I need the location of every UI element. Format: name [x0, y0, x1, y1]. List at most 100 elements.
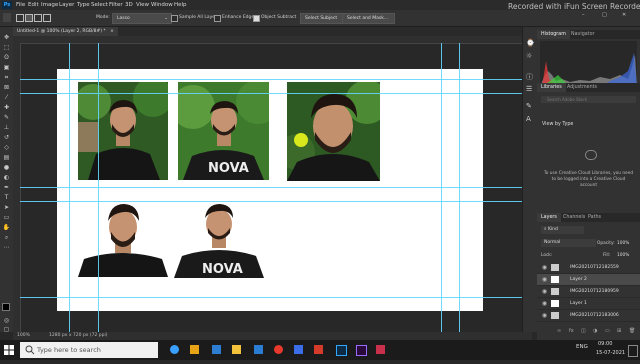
- tab-histogram[interactable]: Histogram: [537, 30, 570, 39]
- layer-row[interactable]: ◉ IMG20210712180959: [537, 286, 640, 298]
- menu-filter[interactable]: Filter: [109, 1, 123, 9]
- foreground-color-swatch[interactable]: [2, 303, 10, 311]
- marquee-tool-icon[interactable]: ⬚: [2, 44, 11, 51]
- menu-view[interactable]: View: [136, 1, 149, 9]
- opacity-input[interactable]: 100%: [617, 241, 629, 246]
- rectangle-tool-icon[interactable]: ▭: [2, 214, 11, 221]
- properties-panel-icon[interactable]: ☰: [526, 85, 532, 93]
- guide-horizontal-1[interactable]: [20, 79, 532, 80]
- guide-horizontal-2[interactable]: [20, 93, 532, 94]
- eye-icon[interactable]: ◉: [541, 300, 548, 307]
- group-icon[interactable]: ▭: [605, 328, 610, 334]
- clock-date[interactable]: 15-07-2021: [596, 350, 625, 356]
- document-canvas[interactable]: NOVA NOVA: [57, 69, 483, 311]
- library-search-input[interactable]: Search Adobe Stock: [541, 96, 636, 103]
- taskbar-search-input[interactable]: Type here to search: [20, 342, 158, 358]
- task-view-icon[interactable]: [170, 345, 179, 354]
- layer-filter-kind[interactable]: ⌕ Kind: [541, 226, 584, 234]
- selection-mode-icons[interactable]: [16, 13, 51, 22]
- guide-horizontal-5[interactable]: [20, 297, 532, 298]
- clock-time[interactable]: 09:00: [598, 341, 612, 347]
- menu-layer[interactable]: Layer: [59, 1, 74, 9]
- layer-row[interactable]: ◉ Layer 2: [537, 274, 640, 286]
- fill-input[interactable]: 100%: [617, 253, 629, 258]
- zoom-tool-icon[interactable]: ⌕: [2, 234, 11, 241]
- tab-adjustments[interactable]: Adjustments: [563, 83, 601, 92]
- menu-select[interactable]: Select: [91, 1, 108, 9]
- object-selection-tool-icon[interactable]: [3, 13, 11, 22]
- select-subject-button[interactable]: Select Subject: [300, 13, 346, 24]
- adjustment-icon[interactable]: ◑: [593, 328, 597, 334]
- menu-type[interactable]: Type: [77, 1, 90, 9]
- dodge-tool-icon[interactable]: ◐: [2, 174, 11, 181]
- blend-mode-select[interactable]: Normal: [541, 239, 596, 247]
- language-indicator[interactable]: ENG: [576, 344, 588, 350]
- guide-vertical-2[interactable]: [98, 43, 99, 332]
- photoshop-taskbar-icon[interactable]: [336, 345, 347, 356]
- photo-layer-3[interactable]: [287, 82, 380, 181]
- menu-image[interactable]: Image: [41, 1, 58, 9]
- link-layers-icon[interactable]: ∞: [557, 328, 561, 334]
- layer-row[interactable]: ◉ Layer 1: [537, 298, 640, 310]
- history-panel-icon[interactable]: ⌚: [526, 39, 535, 47]
- quick-mask-icon[interactable]: ◎: [2, 317, 11, 324]
- view-by-type-select[interactable]: View by Type: [542, 122, 573, 127]
- horizontal-ruler[interactable]: [13, 36, 532, 44]
- photoshop-app-icon[interactable]: Ps: [2, 1, 12, 9]
- object-selection-tool-icon[interactable]: ▣: [2, 64, 11, 71]
- taskbar-app-icon[interactable]: [294, 345, 303, 354]
- screen-mode-icon[interactable]: ▢: [2, 326, 11, 333]
- object-subtract-checkbox[interactable]: [253, 15, 260, 22]
- guide-vertical-3[interactable]: [441, 43, 442, 332]
- file-explorer-icon[interactable]: [232, 345, 241, 354]
- layer-row[interactable]: ◉ IMG20210712182559: [537, 262, 640, 274]
- windows-start-button[interactable]: [0, 340, 18, 360]
- eraser-tool-icon[interactable]: ◇: [2, 144, 11, 151]
- minimize-button[interactable]: –: [582, 12, 585, 18]
- edge-icon[interactable]: [212, 345, 221, 354]
- more-tools-icon[interactable]: ⋯: [2, 244, 11, 251]
- tab-paths[interactable]: Paths: [584, 213, 605, 222]
- menu-edit[interactable]: Edit: [28, 1, 39, 9]
- tab-navigator[interactable]: Navigator: [567, 30, 598, 39]
- learn-panel-icon[interactable]: ☼: [526, 52, 532, 60]
- restore-button[interactable]: □: [602, 12, 607, 18]
- guide-vertical-1[interactable]: [69, 43, 70, 332]
- frame-tool-icon[interactable]: ⊠: [2, 84, 11, 91]
- healing-brush-tool-icon[interactable]: ✚: [2, 104, 11, 111]
- recorder-taskbar-icon[interactable]: [376, 345, 385, 354]
- move-tool-icon[interactable]: ✥: [2, 34, 11, 41]
- chrome-icon[interactable]: [274, 345, 283, 354]
- close-icon[interactable]: ×: [110, 29, 114, 34]
- close-button[interactable]: ✕: [622, 12, 626, 18]
- vlc-icon[interactable]: [190, 345, 199, 354]
- guide-horizontal-4[interactable]: [20, 201, 532, 202]
- photo-layer-2[interactable]: NOVA: [178, 82, 269, 180]
- taskbar-app-icon[interactable]: [314, 345, 323, 354]
- trash-icon[interactable]: 🗑: [629, 328, 635, 334]
- hand-tool-icon[interactable]: ✋: [2, 224, 11, 231]
- lasso-tool-icon[interactable]: ʘ: [2, 54, 11, 61]
- notification-icon[interactable]: [628, 345, 638, 357]
- sample-all-layers-checkbox[interactable]: [171, 15, 178, 22]
- photo-layer-4[interactable]: [78, 197, 168, 277]
- clone-stamp-tool-icon[interactable]: ⊥: [2, 124, 11, 131]
- info-panel-icon[interactable]: ⓘ: [526, 72, 533, 82]
- eye-icon[interactable]: ◉: [541, 312, 548, 319]
- new-layer-icon[interactable]: ⊞: [617, 328, 621, 334]
- eyedropper-tool-icon[interactable]: ⁄: [2, 94, 11, 101]
- document-tab[interactable]: Untitled-1 @ 100% (Layer 2, RGB/8#) * ×: [13, 27, 118, 36]
- brush-tool-icon[interactable]: ✎: [2, 114, 11, 121]
- word-icon[interactable]: [254, 345, 263, 354]
- eye-icon[interactable]: ◉: [541, 288, 548, 295]
- crop-tool-icon[interactable]: ⌗: [2, 74, 11, 81]
- premiere-taskbar-icon[interactable]: [356, 345, 367, 356]
- tab-layers[interactable]: Layers: [537, 213, 561, 222]
- brush-panel-icon[interactable]: ✎: [526, 102, 532, 110]
- gradient-tool-icon[interactable]: ▤: [2, 154, 11, 161]
- menu-3d[interactable]: 3D: [125, 1, 133, 9]
- enhance-edge-checkbox[interactable]: [214, 15, 221, 22]
- blur-tool-icon[interactable]: ●: [2, 164, 11, 171]
- pen-tool-icon[interactable]: ✒: [2, 184, 11, 191]
- guide-horizontal-3[interactable]: [20, 187, 532, 188]
